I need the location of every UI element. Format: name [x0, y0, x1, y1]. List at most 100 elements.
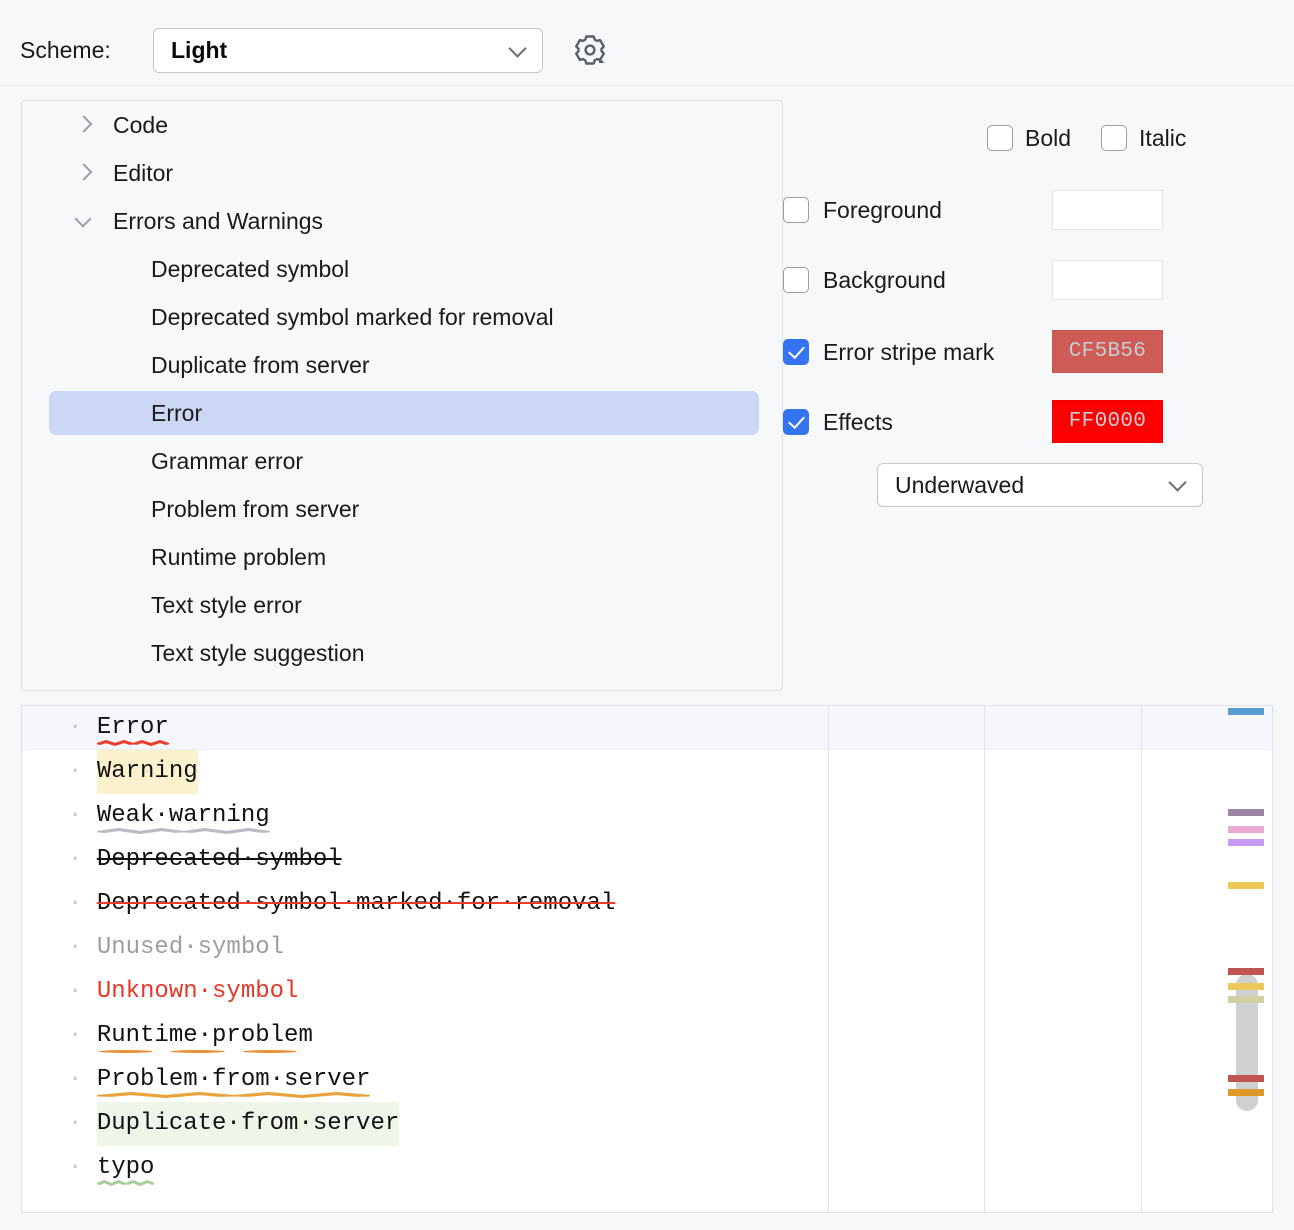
preview-line: · Duplicate·from·server — [22, 1102, 399, 1146]
preview-column-separator — [1141, 706, 1142, 1212]
scheme-label: Scheme: — [20, 36, 111, 64]
preview-line-text: Duplicate·from·server — [97, 1102, 399, 1146]
preview-line: · Runtime·problem — [22, 1014, 313, 1058]
preview-line-text: Error — [97, 706, 169, 750]
error-stripe-mark[interactable] — [1228, 983, 1264, 990]
preview-line-text: Problem·from·server — [97, 1058, 371, 1102]
effects-checkbox[interactable] — [783, 409, 809, 435]
error-stripe-mark[interactable] — [1228, 996, 1264, 1003]
tree-item-label: Error — [151, 399, 202, 427]
whitespace-marker: · — [68, 1066, 97, 1093]
error-stripe-row: Error stripe mark CF5B56 — [783, 330, 1163, 373]
italic-checkbox-row[interactable]: Italic — [1101, 124, 1186, 152]
chevron-down-icon — [1171, 476, 1185, 490]
preview-line: · Unused·symbol — [22, 926, 284, 970]
tree-item-error[interactable]: Error — [22, 389, 782, 437]
tree-item-code[interactable]: Code — [22, 101, 782, 149]
tree-item-label: Text style suggestion — [151, 639, 365, 667]
tree-item-duplicate-from-server[interactable]: Duplicate from server — [22, 341, 782, 389]
error-stripe-mark[interactable] — [1228, 1089, 1264, 1096]
tree-item-errors-and-warnings[interactable]: Errors and Warnings — [22, 197, 782, 245]
effects-color-swatch[interactable]: FF0000 — [1052, 400, 1163, 443]
preview-column-separator — [828, 706, 829, 1212]
tree-item-label: Deprecated symbol — [151, 255, 349, 283]
chevron-right-icon[interactable] — [74, 113, 98, 137]
error-stripe-mark[interactable] — [1228, 1075, 1264, 1082]
tree-item-text-style-error[interactable]: Text style error — [22, 581, 782, 629]
scheme-preview-pane[interactable]: · Error· Warning· Weak·warning· Deprecat… — [21, 705, 1273, 1213]
tree-item-label: Code — [113, 111, 168, 139]
bold-checkbox[interactable] — [987, 125, 1013, 151]
whitespace-marker: · — [68, 1154, 97, 1181]
effect-type-select[interactable]: Underwaved — [877, 463, 1203, 507]
tree-item-text-style-suggestion[interactable]: Text style suggestion — [22, 629, 782, 677]
scheme-settings-gear-button[interactable] — [570, 30, 610, 70]
preview-line: · Warning — [22, 750, 198, 794]
effects-label: Effects — [823, 408, 893, 436]
whitespace-marker: · — [68, 714, 97, 741]
chevron-right-icon[interactable] — [74, 161, 98, 185]
dotted-underline — [97, 1049, 313, 1054]
foreground-checkbox[interactable] — [783, 197, 809, 223]
foreground-color-swatch[interactable] — [1052, 190, 1163, 230]
background-checkbox[interactable] — [783, 267, 809, 293]
background-label: Background — [823, 266, 946, 294]
squiggle-underline — [97, 828, 270, 834]
tree-item-label: Errors and Warnings — [113, 207, 323, 235]
italic-checkbox[interactable] — [1101, 125, 1127, 151]
preview-column-separator — [984, 706, 985, 1212]
tree-item-label: Deprecated symbol marked for removal — [151, 303, 554, 331]
preview-line-text: Deprecated·symbol — [97, 838, 342, 882]
preview-line-text: Deprecated·symbol·marked·for·removal — [97, 882, 615, 926]
tree-item-runtime-problem[interactable]: Runtime problem — [22, 533, 782, 581]
whitespace-marker: · — [68, 846, 97, 873]
error-stripe-color-swatch[interactable]: CF5B56 — [1052, 330, 1163, 373]
tree-item-deprecated-symbol-marked-for-removal[interactable]: Deprecated symbol marked for removal — [22, 293, 782, 341]
tree-item-label: Problem from server — [151, 495, 359, 523]
tree-item-editor[interactable]: Editor — [22, 149, 782, 197]
tree-item-problem-from-server[interactable]: Problem from server — [22, 485, 782, 533]
preview-line-text: Unused·symbol — [97, 926, 284, 970]
whitespace-marker: · — [68, 1022, 97, 1049]
attribute-options-panel: Bold Italic Foreground Background Error … — [783, 100, 1294, 691]
italic-label: Italic — [1139, 124, 1186, 152]
error-stripe-mark[interactable] — [1228, 839, 1264, 846]
preview-line: · Problem·from·server — [22, 1058, 370, 1102]
background-color-swatch[interactable] — [1052, 260, 1163, 300]
error-stripe-mark[interactable] — [1228, 809, 1264, 816]
bold-checkbox-row[interactable]: Bold — [987, 124, 1071, 152]
tree-item-label: Editor — [113, 159, 173, 187]
preview-line-text: Unknown·symbol — [97, 970, 299, 1014]
preview-line-text: typo — [97, 1146, 155, 1190]
caret-line-highlight — [22, 706, 1272, 750]
preview-line: · Deprecated·symbol — [22, 838, 342, 882]
background-row: Background — [783, 260, 1163, 300]
chevron-down-icon[interactable] — [74, 209, 98, 233]
error-stripe-mark-label: Error stripe mark — [823, 338, 994, 366]
foreground-row: Foreground — [783, 190, 1163, 230]
font-style-group: Bold Italic — [987, 124, 1186, 152]
foreground-label: Foreground — [823, 196, 942, 224]
error-stripe-mark-checkbox[interactable] — [783, 339, 809, 365]
tree-item-deprecated-symbol[interactable]: Deprecated symbol — [22, 245, 782, 293]
preview-line: · Unknown·symbol — [22, 970, 298, 1014]
scheme-select[interactable]: Light — [153, 28, 543, 73]
scheme-select-value: Light — [171, 37, 227, 64]
tree-item-grammar-error[interactable]: Grammar error — [22, 437, 782, 485]
squiggle-underline — [97, 740, 169, 746]
whitespace-marker: · — [68, 802, 97, 829]
error-stripe-gutter[interactable] — [1228, 706, 1272, 1212]
error-stripe-mark[interactable] — [1228, 968, 1264, 975]
preview-line: · typo — [22, 1146, 154, 1190]
scheme-header: Scheme: Light — [0, 0, 1294, 86]
chevron-down-icon — [511, 42, 525, 56]
error-stripe-mark[interactable] — [1228, 708, 1264, 715]
preview-line: · Error — [22, 706, 169, 750]
preview-line: · Deprecated·symbol·marked·for·removal — [22, 882, 615, 926]
gear-icon — [570, 30, 610, 70]
color-settings-tree[interactable]: Code Editor Errors and Warnings Deprecated … — [21, 100, 783, 691]
error-stripe-mark[interactable] — [1228, 882, 1264, 889]
squiggle-underline — [97, 1092, 371, 1098]
error-stripe-mark[interactable] — [1228, 826, 1264, 833]
preview-line-text: Runtime·problem — [97, 1014, 313, 1058]
